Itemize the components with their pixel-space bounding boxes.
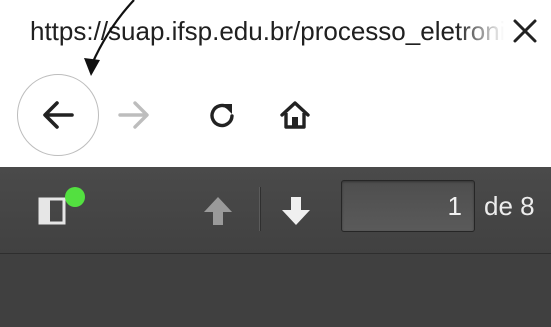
notification-dot [65, 187, 85, 207]
arrow-down-icon [282, 197, 310, 225]
toolbar-divider [259, 187, 261, 231]
forward-button[interactable] [112, 93, 156, 137]
close-icon [513, 19, 537, 43]
sidebar-toggle-button[interactable] [36, 187, 92, 231]
reload-button[interactable] [200, 93, 244, 137]
pdf-toolbar: de 8 [0, 167, 551, 254]
home-icon [280, 101, 310, 129]
next-page-button[interactable] [274, 189, 318, 233]
address-bar: https://suap.ifsp.edu.br/processo_eletro… [0, 0, 551, 62]
arrow-left-icon [43, 101, 74, 129]
arrow-right-icon [118, 101, 149, 129]
home-button[interactable] [273, 93, 317, 137]
back-button[interactable] [17, 74, 99, 156]
close-button[interactable] [508, 14, 542, 48]
page-count-label: de 8 [484, 191, 535, 221]
arrow-up-icon [204, 197, 232, 225]
document-viewport[interactable] [0, 254, 551, 327]
url-text[interactable]: https://suap.ifsp.edu.br/processo_eletro… [30, 14, 504, 48]
reload-icon [210, 103, 234, 128]
previous-page-button[interactable] [196, 189, 240, 233]
page-number-input[interactable] [341, 180, 475, 232]
navigation-toolbar [0, 62, 551, 167]
